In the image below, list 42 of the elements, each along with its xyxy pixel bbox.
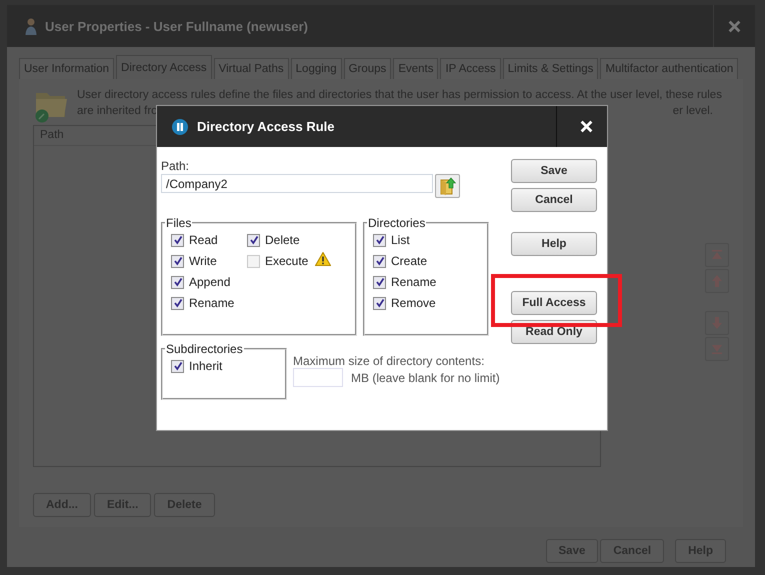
- checkbox[interactable]: [171, 296, 184, 310]
- user-icon: [25, 17, 37, 35]
- checkbox-option[interactable]: Append: [171, 274, 245, 290]
- checkbox-option[interactable]: List: [373, 232, 479, 248]
- checkbox-option[interactable]: Remove: [373, 295, 479, 311]
- max-size-field[interactable]: [293, 368, 343, 387]
- browse-button[interactable]: [435, 174, 460, 198]
- checkbox[interactable]: [171, 254, 184, 268]
- app-logo-icon: [172, 118, 188, 134]
- checkbox[interactable]: [247, 234, 260, 246]
- checkbox-option[interactable]: Rename: [171, 295, 245, 311]
- down-arrow-icon: [710, 316, 724, 330]
- group-legend: Files: [165, 216, 192, 230]
- checkbox[interactable]: [373, 234, 386, 246]
- checkbox[interactable]: [171, 276, 184, 288]
- dialog-button[interactable]: Help: [511, 232, 597, 256]
- path-field[interactable]: /Company2: [161, 174, 433, 193]
- checkbox-option[interactable]: Execute: [247, 253, 332, 269]
- checkbox-option[interactable]: Inherit: [171, 358, 277, 374]
- field-label: Maximum size of directory contents:: [293, 354, 486, 368]
- group-legend: Directories: [367, 216, 426, 230]
- checkbox-option[interactable]: Delete: [247, 232, 332, 248]
- checkbox[interactable]: [373, 254, 386, 268]
- checkbox[interactable]: [373, 296, 386, 310]
- dialog-button[interactable]: Full Access: [511, 291, 597, 315]
- field-label: Path:: [161, 159, 190, 173]
- dialog-button[interactable]: Cancel: [511, 188, 597, 212]
- window-title: User Properties - User Fullname (newuser): [45, 18, 309, 34]
- dialog-button[interactable]: Save: [511, 159, 597, 183]
- checkbox[interactable]: [171, 360, 184, 372]
- up-arrow-icon: [710, 274, 724, 288]
- checkbox-option[interactable]: Write: [171, 253, 245, 269]
- checkbox-option[interactable]: Create: [373, 253, 479, 269]
- unit-label: MB (leave blank for no limit): [351, 370, 500, 384]
- folder-up-icon: [440, 177, 456, 195]
- checkbox[interactable]: [373, 276, 386, 288]
- dialog-title: Directory Access Rule: [197, 119, 336, 134]
- checkbox[interactable]: [171, 234, 184, 246]
- checkbox-option[interactable]: Rename: [373, 274, 479, 290]
- checkbox-option[interactable]: Read: [171, 232, 245, 248]
- checkbox[interactable]: [247, 254, 260, 268]
- group-legend: Subdirectories: [165, 342, 244, 356]
